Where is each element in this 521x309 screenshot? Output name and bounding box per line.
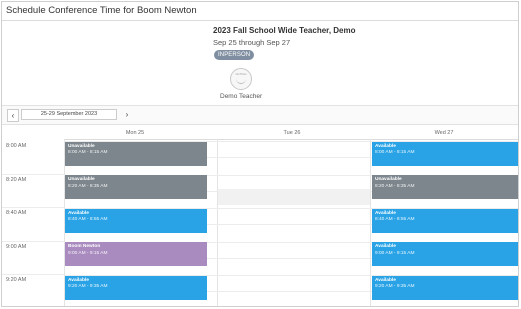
date-navigation: ‹ 25-29 September 2023 › <box>2 105 518 125</box>
time-label: 8:00 AM <box>6 143 27 149</box>
meeting-type-badge: INPERSON <box>214 50 255 60</box>
event-dates: Sep 25 through Sep 27 <box>213 38 291 47</box>
slot-mon-unavailable: Unavailable 8:20 AM - 8:35 AM <box>65 175 207 199</box>
next-week-button[interactable]: › <box>122 109 132 120</box>
page-title: Schedule Conference Time for Boom Newton <box>2 2 518 21</box>
column-divider <box>370 139 371 306</box>
slot-mon-available[interactable]: Available 8:40 AM - 8:55 AM <box>65 208 207 233</box>
slot-time: 8:20 AM - 8:35 AM <box>68 183 108 189</box>
slot-wed-available[interactable]: Available 9:00 AM - 9:15 AM <box>372 242 518 266</box>
gutter-divider <box>2 173 64 175</box>
unavailable-band <box>218 188 370 205</box>
event-title: 2023 Fall School Wide Teacher, Demo <box>213 26 356 35</box>
slot-time: 9:20 AM - 9:35 AM <box>375 284 415 289</box>
slot-mon-booked: Boom Newton 9:00 AM - 9:15 AM <box>65 242 207 266</box>
time-label: 9:00 AM <box>6 243 27 250</box>
prev-week-button[interactable]: ‹ <box>7 109 19 122</box>
day-header-mon: Mon 25 <box>125 130 145 136</box>
slot-mon-unavailable: Unavailable 8:00 AM - 8:15 AM <box>65 141 207 166</box>
slot-wed-available[interactable]: Available 8:40 AM - 8:55 AM <box>372 208 518 233</box>
time-label: 9:20 AM <box>6 277 27 283</box>
gutter-divider <box>2 207 64 208</box>
slot-time: 9:00 AM - 9:15 AM <box>68 250 108 256</box>
slot-time: 8:00 AM - 8:15 AM <box>375 150 415 155</box>
day-header-wed: Wed 27 <box>434 130 454 136</box>
slot-wed-available[interactable]: Available 9:20 AM - 9:35 AM <box>372 275 518 300</box>
column-divider <box>217 139 218 306</box>
event-info: 2023 Fall School Wide Teacher, Demo Sep … <box>2 20 518 102</box>
slot-time: 8:40 AM - 8:55 AM <box>68 217 108 222</box>
slot-wed-unavailable: Unavailable 8:20 AM - 8:35 AM <box>372 175 518 199</box>
date-range-picker[interactable]: 25-29 September 2023 <box>21 109 117 120</box>
slot-time: 9:20 AM - 9:35 AM <box>68 284 108 289</box>
slot-time: 8:00 AM - 8:15 AM <box>68 150 108 155</box>
slot-mon-available[interactable]: Available 9:20 AM - 9:35 AM <box>65 275 207 300</box>
slot-time: 8:40 AM - 8:55 AM <box>375 217 415 222</box>
avatar-smile-icon <box>236 79 246 84</box>
gutter-divider <box>2 274 64 275</box>
slot-time: 8:20 AM - 8:35 AM <box>375 183 415 189</box>
time-label: 8:20 AM <box>6 176 27 183</box>
teacher-name: Demo Teacher <box>220 93 263 100</box>
avatar: No Photo <box>230 68 252 90</box>
slot-wed-available[interactable]: Available 8:00 AM - 8:15 AM <box>372 141 518 166</box>
calendar-grid: Mon 25 Tue 26 Wed 27 8:00 AM 8:20 AM 8:40 … <box>2 124 518 306</box>
avatar-placeholder-text: No Photo <box>235 73 247 76</box>
slot-time: 9:00 AM - 9:15 AM <box>375 250 415 256</box>
time-label: 8:40 AM <box>6 210 27 216</box>
day-header-tue: Tue 26 <box>283 130 301 136</box>
header-divider <box>64 139 518 140</box>
scheduler-window: Schedule Conference Time for Boom Newton… <box>1 1 519 307</box>
gutter-divider <box>2 240 64 242</box>
